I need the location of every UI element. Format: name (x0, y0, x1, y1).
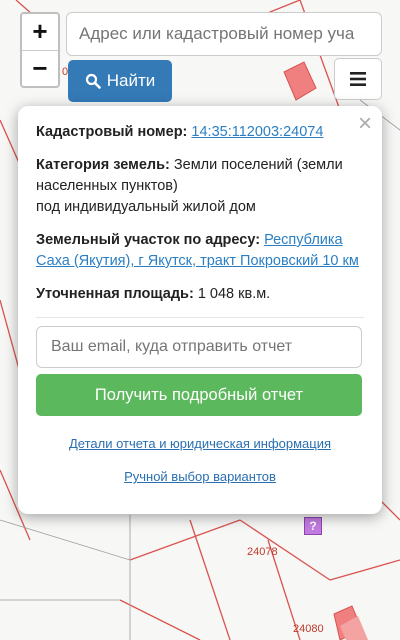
parcel-label-24078: 24078 (247, 546, 278, 558)
zoom-out-button[interactable]: − (22, 50, 58, 86)
unknown-parcel-marker[interactable]: ? (304, 517, 322, 535)
get-report-button[interactable]: Получить подробный отчет (36, 374, 362, 416)
menu-button[interactable] (334, 58, 382, 100)
address-label: Земельный участок по адресу: (36, 232, 261, 248)
hamburger-icon (350, 72, 366, 86)
report-details-link[interactable]: Детали отчета и юридическая информация (36, 436, 364, 451)
zoom-in-button[interactable]: + (22, 14, 58, 50)
cadastral-number-row: Кадастровый номер: 14:35:112003:24074 (36, 122, 364, 143)
cadastral-number-link[interactable]: 14:35:112003:24074 (191, 124, 323, 140)
cadastral-number-label: Кадастровый номер: (36, 124, 188, 140)
parcel-info-popup: × Кадастровый номер: 14:35:112003:24074 … (18, 106, 382, 514)
area-row: Уточненная площадь: 1 048 кв.м. (36, 284, 364, 305)
area-value: 1 048 кв.м. (197, 286, 271, 302)
search-input[interactable] (66, 12, 382, 56)
area-label: Уточненная площадь: (36, 286, 194, 302)
manual-selection-link[interactable]: Ручной выбор вариантов (36, 469, 364, 484)
land-category-label: Категория земель: (36, 157, 170, 173)
close-icon[interactable]: × (358, 112, 372, 136)
find-button[interactable]: Найти (68, 60, 172, 102)
zoom-control: + − (20, 12, 60, 88)
land-category-row: Категория земель: Земли поселений (земли… (36, 155, 364, 218)
parcel-label-24080: 24080 (293, 623, 324, 635)
land-use-value: под индивидуальный жилой дом (36, 199, 256, 215)
search-icon (85, 73, 101, 89)
find-button-label: Найти (106, 71, 156, 90)
address-row: Земельный участок по адресу: Республика … (36, 230, 364, 272)
email-field[interactable] (36, 326, 362, 368)
divider (36, 317, 364, 318)
